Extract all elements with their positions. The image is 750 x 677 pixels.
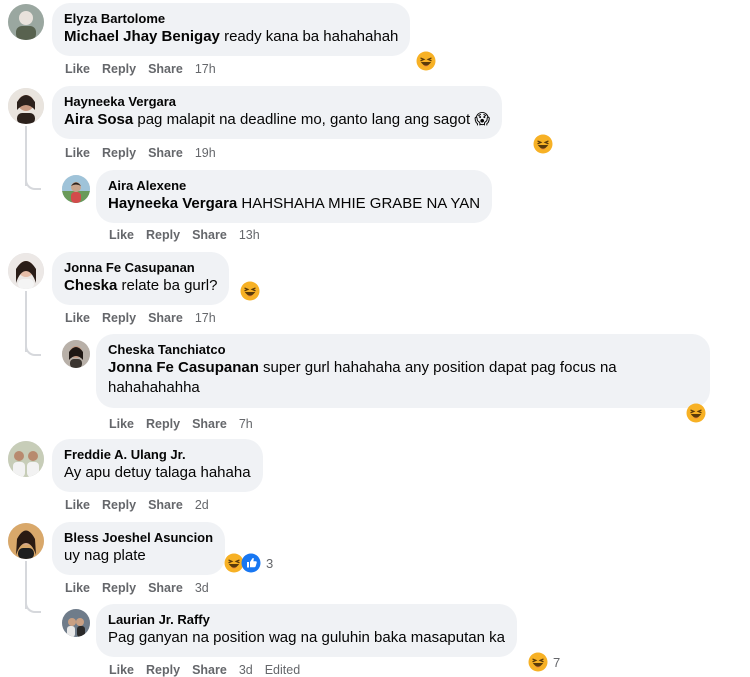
comment-mention[interactable]: Hayneeka Vergara	[108, 195, 237, 212]
comment-actions: Like Reply Share 7h	[109, 417, 265, 431]
like-button[interactable]: Like	[65, 581, 90, 595]
haha-reaction-icon	[528, 652, 548, 672]
comment-timestamp[interactable]: 2d	[195, 498, 209, 512]
comment-timestamp[interactable]: 7h	[239, 417, 253, 431]
haha-reaction-icon	[686, 403, 706, 423]
share-button[interactable]: Share	[192, 417, 227, 431]
comment-mention[interactable]: Jonna Fe Casupanan	[108, 359, 259, 376]
comment-author[interactable]: Freddie A. Ulang Jr.	[64, 447, 251, 463]
reaction-summary[interactable]: 3	[224, 553, 273, 573]
comment-timestamp[interactable]: 19h	[195, 146, 216, 160]
share-button[interactable]: Share	[192, 228, 227, 242]
reply-button[interactable]: Reply	[102, 581, 136, 595]
comment-author[interactable]: Laurian Jr. Raffy	[108, 612, 505, 628]
share-button[interactable]: Share	[148, 581, 183, 595]
comment-text: uy nag plate	[64, 547, 146, 564]
comment-timestamp[interactable]: 13h	[239, 228, 260, 242]
avatar[interactable]	[62, 340, 90, 368]
avatar[interactable]	[62, 175, 90, 203]
avatar[interactable]	[62, 609, 90, 637]
comment-text: Pag ganyan na position wag na guluhin ba…	[108, 629, 505, 646]
avatar[interactable]	[8, 88, 44, 124]
share-button[interactable]: Share	[148, 146, 183, 160]
like-button[interactable]: Like	[109, 228, 134, 242]
like-reaction-icon	[241, 553, 261, 573]
comment-bubble: Hayneeka Vergara Aira Sosa pag malapit n…	[52, 86, 502, 139]
reply-button[interactable]: Reply	[146, 417, 180, 431]
like-button[interactable]: Like	[109, 417, 134, 431]
like-button[interactable]: Like	[65, 311, 90, 325]
avatar[interactable]	[8, 523, 44, 559]
comment-text: Cheska relate ba gurl?	[64, 277, 218, 294]
comment-mention[interactable]: Cheska	[64, 277, 117, 294]
comment-author[interactable]: Hayneeka Vergara	[64, 94, 490, 110]
comment-author[interactable]: Jonna Fe Casupanan	[64, 260, 217, 276]
haha-reaction-icon	[416, 51, 436, 71]
comment-actions: Like Reply Share 19h	[65, 146, 228, 160]
comment-actions: Like Reply Share 2d	[65, 498, 221, 512]
comment-bubble: Cheska Tanchiatco Jonna Fe Casupanan sup…	[96, 334, 710, 408]
comment-timestamp[interactable]: 17h	[195, 311, 216, 325]
reaction-count: 3	[266, 555, 274, 571]
comment-bubble: Laurian Jr. Raffy Pag ganyan na position…	[96, 604, 517, 657]
like-button[interactable]: Like	[65, 498, 90, 512]
comment-text: Hayneeka Vergara HAHSHAHA MHIE GRABE NA …	[108, 195, 481, 212]
like-button[interactable]: Like	[65, 146, 90, 160]
reply-connector	[25, 342, 41, 356]
comment-text: Michael Jhay Benigay ready kana ba hahah…	[64, 28, 399, 45]
comment-mention[interactable]: Aira Sosa	[64, 111, 133, 128]
avatar[interactable]	[8, 4, 44, 40]
avatar[interactable]	[8, 253, 44, 289]
comment-actions: Like Reply Share 17h	[65, 62, 228, 76]
comment-mention[interactable]: Michael Jhay Benigay	[64, 28, 220, 45]
share-button[interactable]: Share	[148, 62, 183, 76]
reply-button[interactable]: Reply	[102, 498, 136, 512]
haha-reaction-icon	[533, 134, 553, 154]
comment-bubble: Bless Joeshel Asuncion uy nag plate	[52, 522, 226, 575]
reply-button[interactable]: Reply	[146, 228, 180, 242]
comment-text: Aira Sosa pag malapit na deadline mo, ga…	[64, 111, 490, 128]
comment-author[interactable]: Cheska Tanchiatco	[108, 342, 698, 358]
comment-timestamp[interactable]: 3d	[195, 581, 209, 595]
share-button[interactable]: Share	[148, 311, 183, 325]
comment-bubble: Freddie A. Ulang Jr. Ay apu detuy talaga…	[52, 439, 263, 492]
reply-connector	[25, 176, 41, 190]
reply-button[interactable]: Reply	[102, 146, 136, 160]
comment-text: Ay apu detuy talaga hahaha	[64, 464, 251, 481]
comment-text: Jonna Fe Casupanan super gurl hahahaha a…	[108, 359, 617, 396]
reaction-summary[interactable]	[240, 281, 260, 301]
comment-actions: Like Reply Share 13h	[109, 228, 272, 242]
like-button[interactable]: Like	[65, 62, 90, 76]
comment-author[interactable]: Elyza Bartolome	[64, 11, 398, 27]
haha-reaction-icon	[240, 281, 260, 301]
reaction-summary[interactable]	[533, 134, 553, 154]
comment-author[interactable]: Bless Joeshel Asuncion	[64, 530, 213, 546]
comment-bubble: Jonna Fe Casupanan Cheska relate ba gurl…	[52, 252, 230, 305]
comment-bubble: Aira Alexene Hayneeka Vergara HAHSHAHA M…	[96, 170, 493, 223]
reaction-count: 7	[553, 654, 561, 670]
reaction-summary[interactable]	[416, 51, 436, 71]
avatar[interactable]	[8, 441, 44, 477]
comment-actions: Like Reply Share 17h	[65, 311, 228, 325]
comment-timestamp[interactable]: 17h	[195, 62, 216, 76]
reply-connector	[25, 599, 41, 613]
comment-bubble: Elyza Bartolome Michael Jhay Benigay rea…	[52, 3, 411, 56]
reply-button[interactable]: Reply	[102, 311, 136, 325]
reaction-summary[interactable]	[686, 403, 706, 423]
comment-actions: Like Reply Share 3d	[65, 581, 221, 595]
share-button[interactable]: Share	[148, 498, 183, 512]
reply-button[interactable]: Reply	[102, 62, 136, 76]
reaction-summary[interactable]: 7	[528, 652, 560, 672]
comment-author[interactable]: Aira Alexene	[108, 178, 480, 194]
